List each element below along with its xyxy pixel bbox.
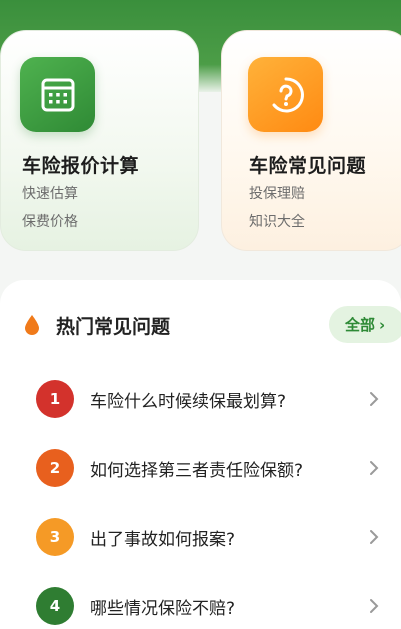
- chevron-right-icon: [370, 461, 379, 475]
- rank-badge: 4: [36, 587, 74, 625]
- rank-badge: 2: [36, 449, 74, 487]
- faq-question: 哪些情况保险不赔?: [90, 599, 236, 619]
- chevron-right-icon: [370, 392, 379, 406]
- card-title: 车险报价计算: [22, 155, 140, 177]
- question-icon: [248, 57, 323, 132]
- drop-icon: [25, 315, 39, 335]
- faq-knowledge-card[interactable]: 车险常见问题 投保理赔 知识大全: [221, 30, 401, 251]
- chevron-right-icon: [370, 599, 379, 613]
- chevron-right-icon: ›: [379, 315, 386, 334]
- rank-badge: 1: [36, 380, 74, 418]
- section-title: 热门常见问题: [56, 316, 171, 338]
- rank-badge: 3: [36, 518, 74, 556]
- faq-item[interactable]: 1 车险什么时候续保最划算?: [0, 370, 401, 430]
- card-title: 车险常见问题: [249, 155, 367, 177]
- card-subtitle: 投保理赔: [249, 186, 305, 202]
- view-all-label: 全部: [345, 316, 376, 334]
- faq-item[interactable]: 3 出了事故如何报案?: [0, 508, 401, 568]
- card-subtitle: 保费价格: [22, 214, 78, 230]
- calculator-icon: [20, 57, 95, 132]
- faq-question: 车险什么时候续保最划算?: [90, 392, 287, 412]
- card-subtitle: 快速估算: [22, 186, 78, 202]
- view-all-button[interactable]: 全部 ›: [329, 306, 401, 343]
- faq-item[interactable]: 2 如何选择第三者责任险保额?: [0, 439, 401, 499]
- faq-item[interactable]: 4 哪些情况保险不赔?: [0, 577, 401, 629]
- card-subtitle: 知识大全: [249, 214, 305, 230]
- hot-faq-panel: 热门常见问题 全部 › 1 车险什么时候续保最划算? 2 如何选择第三者责任险保…: [0, 280, 401, 629]
- quote-calculator-card[interactable]: 车险报价计算 快速估算 保费价格: [0, 30, 199, 251]
- faq-question: 如何选择第三者责任险保额?: [90, 461, 304, 481]
- chevron-right-icon: [370, 530, 379, 544]
- section-header: 热门常见问题 全部 ›: [0, 280, 401, 370]
- faq-question: 出了事故如何报案?: [90, 530, 236, 550]
